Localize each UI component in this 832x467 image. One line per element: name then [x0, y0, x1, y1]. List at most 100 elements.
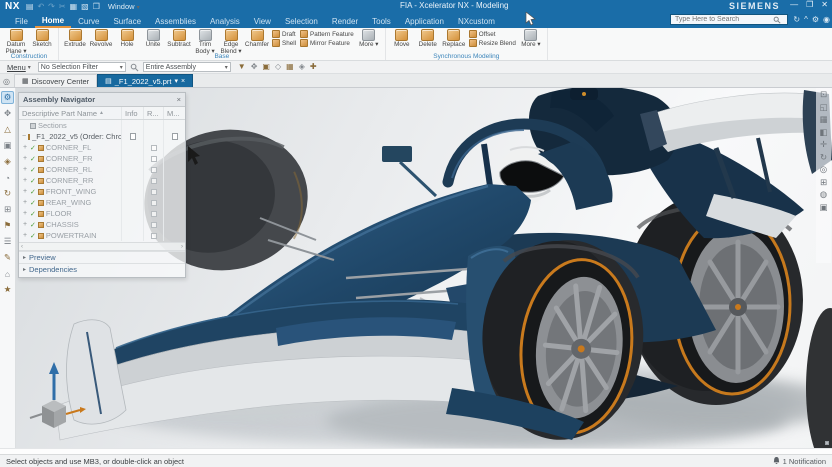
- minimize-ribbon-icon[interactable]: ^: [804, 15, 808, 24]
- ribbon-button-revolve[interactable]: Revolve: [88, 29, 114, 49]
- tree-row-root[interactable]: −_F1_2022_v5 (Order: Chronologi...: [19, 131, 185, 142]
- top-selection-icon[interactable]: ▣: [262, 63, 270, 71]
- scroll-left-icon[interactable]: ‹: [21, 244, 23, 250]
- checkbox[interactable]: [151, 178, 157, 184]
- panel-horizontal-scrollbar[interactable]: ‹ ›: [19, 242, 185, 251]
- menu-file[interactable]: File: [8, 15, 35, 28]
- search-input[interactable]: [673, 15, 773, 24]
- scroll-right-icon[interactable]: ›: [181, 244, 183, 250]
- scrollbar-end[interactable]: [825, 441, 829, 445]
- perspective-icon[interactable]: ◎: [820, 165, 827, 174]
- ribbon-button-more-base[interactable]: More ▾: [356, 29, 382, 49]
- half-shade-icon[interactable]: ◧: [819, 128, 827, 137]
- edit-section-icon[interactable]: ▣: [819, 203, 827, 212]
- close-icon[interactable]: ×: [181, 78, 185, 85]
- restore-button[interactable]: ❐: [806, 0, 813, 9]
- tab-discovery-center[interactable]: ▦Discovery Center: [14, 74, 97, 87]
- ribbon-button-subtract[interactable]: Subtract: [166, 29, 192, 49]
- snap-point-icon[interactable]: ▼: [238, 63, 246, 71]
- checkmark-icon[interactable]: ✓: [30, 166, 36, 174]
- checkmark-icon[interactable]: ✓: [30, 210, 36, 218]
- ribbon-button-unite[interactable]: Unite: [140, 29, 166, 49]
- checkbox[interactable]: [151, 189, 157, 195]
- tree-row-chassis[interactable]: +✓CHASSIS: [19, 219, 185, 230]
- pan-icon[interactable]: ✛: [820, 140, 827, 149]
- close-icon[interactable]: ×: [177, 95, 181, 104]
- wcs-icon[interactable]: ◈: [299, 63, 305, 71]
- menu-analysis[interactable]: Analysis: [203, 15, 247, 28]
- ribbon-button-replace[interactable]: Replace: [441, 29, 467, 49]
- column-info[interactable]: Info: [121, 107, 143, 119]
- close-button[interactable]: ✕: [821, 0, 828, 9]
- checkmark-icon[interactable]: ✓: [30, 199, 36, 207]
- expand-icon[interactable]: +: [22, 210, 28, 217]
- manufacturing-wizards-icon[interactable]: ⚑: [1, 219, 14, 232]
- graphics-viewport[interactable]: Assembly Navigator × Descriptive Part Na…: [16, 88, 832, 448]
- checkbox[interactable]: [151, 156, 157, 162]
- checkmark-icon[interactable]: ✓: [30, 232, 36, 240]
- redo-icon[interactable]: ↷: [48, 2, 55, 11]
- shaded-style-icon[interactable]: ▦: [819, 115, 827, 124]
- menu-assemblies[interactable]: Assemblies: [148, 15, 203, 28]
- chevron-down-icon[interactable]: ▾: [174, 77, 178, 85]
- expand-icon[interactable]: +: [22, 155, 28, 162]
- ribbon-button-extrude[interactable]: Extrude: [62, 29, 88, 49]
- expand-icon[interactable]: +: [22, 188, 28, 195]
- menu-selection[interactable]: Selection: [278, 15, 325, 28]
- ribbon-button-draft[interactable]: Draft: [272, 30, 296, 38]
- panel-header[interactable]: Assembly Navigator ×: [19, 93, 185, 107]
- ribbon-button-move[interactable]: Move: [389, 29, 415, 49]
- expand-icon[interactable]: +: [22, 199, 28, 206]
- menu-application[interactable]: Application: [398, 15, 451, 28]
- ribbon-button-delete[interactable]: Delete: [415, 29, 441, 49]
- menu-curve[interactable]: Curve: [71, 15, 106, 28]
- menu-nxcustom[interactable]: NXcustom: [451, 15, 502, 28]
- checkmark-icon[interactable]: ✓: [30, 188, 36, 196]
- reuse-library-icon[interactable]: ▣: [1, 139, 14, 152]
- ribbon-button-trim-body[interactable]: Trim Body ▾: [192, 29, 218, 55]
- part-navigator-icon[interactable]: △: [1, 123, 14, 136]
- column-descriptive-part-name[interactable]: Descriptive Part Name▲: [19, 107, 121, 119]
- ribbon-button-chamfer[interactable]: Chamfer: [244, 29, 270, 49]
- menu-render[interactable]: Render: [325, 15, 365, 28]
- checkmark-icon[interactable]: ✓: [30, 221, 36, 229]
- settings-gear-icon[interactable]: ⚙: [812, 15, 819, 24]
- ribbon-button-datum-plane[interactable]: Datum Plane ▾: [3, 29, 29, 55]
- menu-button[interactable]: Menu▾: [4, 63, 34, 72]
- window-menu-button[interactable]: Window ▾: [108, 2, 140, 11]
- ribbon-button-shell[interactable]: Shell: [272, 39, 296, 47]
- history-icon[interactable]: ↻: [1, 187, 14, 200]
- notes-icon[interactable]: ⌂: [1, 267, 14, 280]
- undo-icon[interactable]: ↶: [37, 2, 44, 11]
- fit-view-icon[interactable]: ⊡: [820, 90, 827, 99]
- hd3d-tools-icon[interactable]: ◈: [1, 155, 14, 168]
- copy-icon[interactable]: ▦: [70, 2, 78, 11]
- checkmark-icon[interactable]: ✓: [30, 155, 36, 163]
- save-icon[interactable]: ▤: [26, 2, 34, 11]
- menu-view[interactable]: View: [247, 15, 278, 28]
- tree-row-rear-wing[interactable]: +✓REAR_WING: [19, 197, 185, 208]
- tree-row-front-wing[interactable]: +✓FRONT_WING: [19, 186, 185, 197]
- user-account-icon[interactable]: ◉: [823, 15, 830, 24]
- menu-tools[interactable]: Tools: [365, 15, 398, 28]
- tree-row-sections[interactable]: Sections: [19, 120, 185, 131]
- minimize-button[interactable]: —: [790, 0, 798, 9]
- orient-view-icon[interactable]: ◱: [819, 103, 827, 112]
- column-read-only[interactable]: R...: [143, 107, 163, 119]
- constraint-navigator-icon[interactable]: ✥: [1, 107, 14, 120]
- checkbox[interactable]: [151, 167, 157, 173]
- rotate-icon[interactable]: ↻: [820, 153, 827, 162]
- ribbon-button-edge-blend[interactable]: Edge Blend ▾: [218, 29, 244, 55]
- menu-home[interactable]: Home: [35, 14, 71, 28]
- ribbon-button-hole[interactable]: Hole: [114, 29, 140, 49]
- sync-icon[interactable]: ↻: [793, 15, 800, 24]
- checkbox[interactable]: [151, 200, 157, 206]
- column-modified[interactable]: M...: [163, 107, 185, 119]
- info-sheet-icon[interactable]: [130, 133, 136, 140]
- panel-section-dependencies[interactable]: ▸Dependencies: [19, 263, 185, 275]
- expand-icon[interactable]: +: [22, 177, 28, 184]
- ribbon-button-mirror-feature[interactable]: Mirror Feature: [300, 39, 354, 47]
- ribbon-button-more-synchronous-modeling[interactable]: More ▾: [518, 29, 544, 49]
- checkbox[interactable]: [151, 211, 157, 217]
- checkmark-icon[interactable]: ✓: [30, 177, 36, 185]
